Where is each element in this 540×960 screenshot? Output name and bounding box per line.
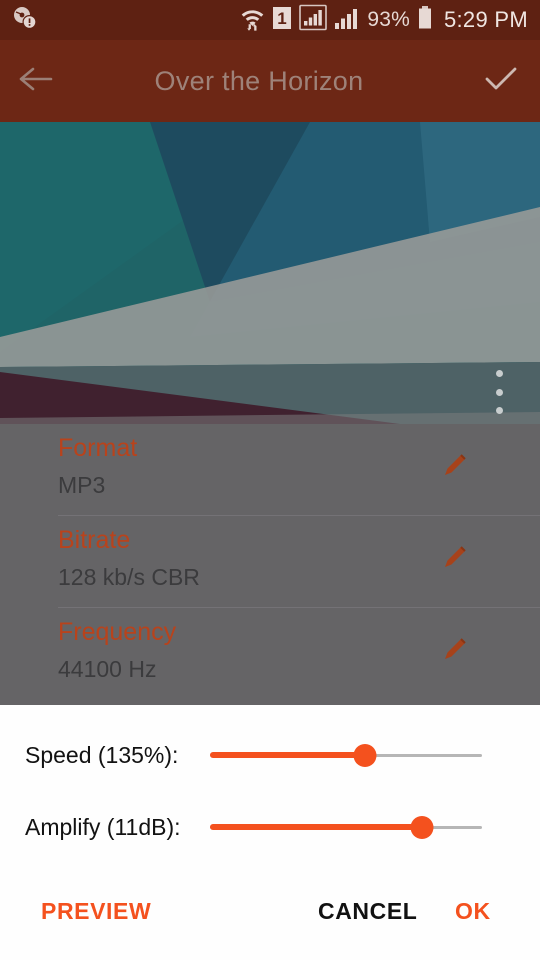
dot-icon: [495, 407, 503, 414]
detail-row-format[interactable]: Format MP3: [0, 424, 540, 516]
sim-1-icon: 1: [272, 5, 292, 36]
speed-slider-row: Speed (135%):: [0, 738, 540, 772]
slider-thumb[interactable]: [410, 815, 434, 839]
effects-dialog: Speed (135%): Amplify (11dB): PREVIEW CA…: [0, 705, 540, 960]
pencil-icon: [440, 638, 470, 668]
battery-icon: [417, 5, 433, 36]
pencil-icon: [440, 454, 470, 484]
app-screen: 1 93% 5:29 PM Over the Horizon Format MP…: [0, 0, 540, 960]
edit-frequency-button[interactable]: [440, 634, 470, 669]
status-bar: 1 93% 5:29 PM: [0, 0, 540, 40]
edit-bitrate-button[interactable]: [440, 542, 470, 577]
detail-value: 128 kb/s CBR: [58, 564, 200, 590]
edit-format-button[interactable]: [440, 450, 470, 485]
amplify-slider-label: Amplify (11dB):: [25, 813, 181, 840]
amplify-slider[interactable]: [210, 810, 482, 844]
detail-value: 44100 Hz: [58, 656, 157, 682]
app-toolbar: Over the Horizon: [0, 40, 540, 122]
preview-button[interactable]: PREVIEW: [41, 898, 151, 925]
disc-warning-icon: [12, 5, 38, 36]
clock-label: 5:29 PM: [443, 7, 528, 32]
detail-row-bitrate[interactable]: Bitrate 128 kb/s CBR: [0, 516, 540, 608]
check-icon: [484, 65, 518, 98]
slider-fill: [210, 752, 366, 758]
pencil-icon: [440, 546, 470, 576]
slider-thumb[interactable]: [353, 743, 377, 767]
signal-boxed-icon: [299, 4, 328, 36]
status-bar-right: 1 93% 5:29 PM: [240, 4, 528, 36]
file-details-list: Format MP3 Bitrate 128 kb/s CBR Frequenc…: [0, 424, 540, 714]
album-artwork: [0, 122, 540, 424]
amplify-slider-row: Amplify (11dB):: [0, 810, 540, 844]
arrow-left-icon: [19, 66, 53, 97]
slider-fill: [210, 824, 423, 830]
dot-icon: [495, 370, 503, 377]
speed-slider[interactable]: [210, 738, 482, 772]
detail-row-frequency[interactable]: Frequency 44100 Hz: [0, 608, 540, 700]
ok-button[interactable]: OK: [455, 898, 491, 925]
overflow-menu-button[interactable]: [486, 370, 512, 414]
battery-percent-label: 93%: [367, 8, 410, 31]
speed-slider-label: Speed (135%):: [25, 741, 179, 768]
wifi-transfer-icon: [240, 5, 265, 36]
status-bar-left: [12, 5, 240, 36]
confirm-button[interactable]: [462, 65, 540, 98]
detail-label: Format: [58, 434, 138, 462]
detail-value: MP3: [58, 472, 106, 498]
signal-bars-icon: [334, 5, 360, 36]
cancel-button[interactable]: CANCEL: [318, 898, 417, 925]
artwork-graphic: [0, 122, 540, 424]
page-title: Over the Horizon: [154, 65, 364, 96]
dialog-button-row: PREVIEW CANCEL OK: [0, 880, 540, 960]
detail-label: Bitrate: [58, 526, 131, 554]
svg-text:1: 1: [278, 9, 287, 28]
dot-icon: [495, 388, 503, 396]
detail-label: Frequency: [58, 618, 177, 646]
